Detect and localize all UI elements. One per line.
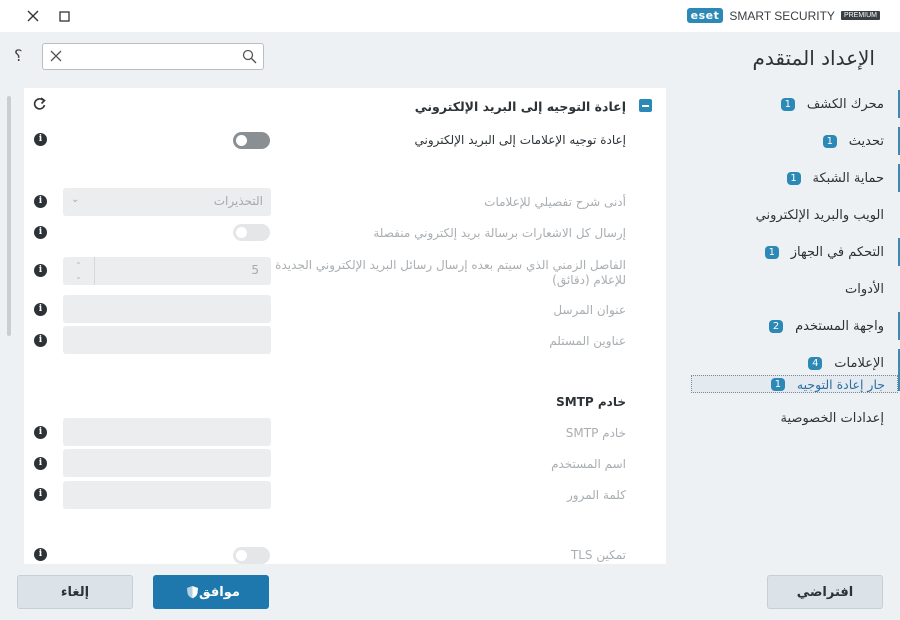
collapse-section-button[interactable] [639, 99, 652, 112]
sidebar-item-label: واجهة المستخدم [795, 319, 884, 334]
forward-toggle[interactable] [233, 132, 270, 149]
sidebar-item-update[interactable]: تحديث 1 [690, 123, 900, 160]
sidebar-item-detection-engine[interactable]: محرك الكشف 1 [690, 86, 900, 123]
setting-label: كلمة المرور [566, 488, 626, 502]
eset-logo: eset [686, 8, 724, 23]
setting-label: إرسال كل الاشعارات برسالة بريد إلكتروني … [373, 226, 626, 240]
settings-panel: إعادة التوجيه إلى البريد الإلكتروني i إع… [24, 88, 666, 564]
info-icon[interactable]: i [34, 226, 47, 239]
sidebar-item-device-control[interactable]: التحكم في الجهاز 1 [690, 234, 900, 271]
setting-label: عنوان المرسل [553, 303, 626, 317]
sidebar-item-tools[interactable]: الأدوات [690, 271, 900, 308]
setting-label: الفاصل الزمني الذي سيتم بعده إرسال رسائل… [275, 258, 626, 272]
stepper-value: 5 [251, 263, 259, 277]
sidebar-item-label: محرك الكشف [806, 97, 884, 112]
sidebar-item-user-interface[interactable]: واجهة المستخدم 2 [690, 308, 900, 345]
count-badge: 1 [786, 172, 801, 185]
sidebar-item-privacy[interactable]: إعدادات الخصوصية [690, 400, 900, 437]
info-icon[interactable]: i [34, 548, 47, 561]
count-badge: 1 [770, 377, 785, 391]
sidebar-item-label: جار إعادة التوجيه [796, 376, 885, 392]
clear-search-icon[interactable] [49, 49, 63, 63]
verbosity-select[interactable]: التحذيرات ⌄ [63, 188, 271, 216]
shield-icon [187, 586, 199, 599]
sidebar-item-label: الأدوات [845, 282, 884, 297]
count-badge: 2 [769, 320, 784, 333]
smtp-server-field[interactable] [63, 418, 271, 446]
edition-badge: PREMIUM [840, 11, 880, 20]
setting-label: تمكين TLS [570, 548, 626, 562]
sidebar-item-label: التحكم في الجهاز [790, 245, 884, 260]
help-icon[interactable]: ؟ [14, 46, 23, 65]
sidebar-item-web-email[interactable]: الويب والبريد الإلكتروني [690, 197, 900, 234]
search-box[interactable] [42, 43, 264, 70]
brand: eset SMART SECURITY PREMIUM [686, 8, 880, 23]
scrollbar[interactable] [7, 96, 11, 336]
sidebar-item-label: حماية الشبكة [812, 171, 884, 186]
sender-field[interactable] [63, 295, 271, 323]
count-badge: 1 [780, 98, 795, 111]
info-icon[interactable]: i [34, 133, 47, 146]
sidebar-nav: محرك الكشف 1 تحديث 1 حماية الشبكة 1 الوي… [690, 86, 900, 391]
setting-label: إعادة توجيه الإعلامات إلى البريد الإلكتر… [414, 133, 626, 147]
setting-label: عناوين المستلم [549, 334, 626, 348]
smtp-heading: خادم SMTP [556, 395, 626, 409]
setting-label: أدنى شرح تفصيلي للإعلامات [484, 195, 626, 209]
count-badge: 1 [822, 135, 837, 148]
info-icon[interactable]: i [34, 303, 47, 316]
chevron-down-icon: ⌄ [71, 194, 80, 205]
cancel-button[interactable]: إلغاء [17, 575, 133, 609]
setting-label: اسم المستخدم [551, 457, 626, 471]
password-field[interactable] [63, 481, 271, 509]
maximize-window-button[interactable] [54, 6, 74, 26]
info-icon[interactable]: i [34, 334, 47, 347]
sidebar-item-label: إعدادات الخصوصية [780, 411, 884, 426]
ok-button-label: موافق [199, 584, 240, 600]
info-icon[interactable]: i [34, 264, 47, 277]
chevron-up-icon[interactable]: ⌃ [75, 260, 82, 271]
sidebar-subitem-forwarding[interactable]: جار إعادة التوجيه 1 [691, 375, 898, 393]
section-title: إعادة التوجيه إلى البريد الإلكتروني [414, 99, 626, 114]
recipients-field[interactable] [63, 326, 271, 354]
product-name: SMART SECURITY [729, 8, 835, 23]
info-icon[interactable]: i [34, 488, 47, 501]
ok-button[interactable]: موافق [153, 575, 269, 609]
count-badge: 1 [764, 246, 779, 259]
separate-toggle[interactable] [233, 224, 270, 241]
search-icon [242, 49, 257, 64]
setting-label: للإعلام (دقائق) [552, 273, 626, 287]
select-value: التحذيرات [213, 194, 263, 208]
setting-label: خادم SMTP [565, 426, 626, 440]
tls-toggle[interactable] [233, 547, 270, 564]
sidebar-item-label: الإعلامات [834, 356, 884, 371]
revert-icon[interactable] [32, 96, 48, 112]
default-button[interactable]: افتراضي [767, 575, 883, 609]
page-title: الإعداد المتقدم [752, 46, 875, 70]
sidebar-item-label: الويب والبريد الإلكتروني [755, 208, 884, 223]
count-badge: 4 [808, 357, 823, 370]
sidebar-item-network-protection[interactable]: حماية الشبكة 1 [690, 160, 900, 197]
username-field[interactable] [63, 449, 271, 477]
close-window-button[interactable] [23, 6, 43, 26]
info-icon[interactable]: i [34, 457, 47, 470]
interval-stepper[interactable]: 5 ⌃ ⌄ [63, 257, 271, 285]
info-icon[interactable]: i [34, 426, 47, 439]
stepper-arrows[interactable]: ⌃ ⌄ [63, 257, 95, 285]
info-icon[interactable]: i [34, 195, 47, 208]
title-bar: eset SMART SECURITY PREMIUM [0, 0, 900, 32]
maximize-icon [58, 10, 70, 22]
chevron-down-icon[interactable]: ⌄ [75, 271, 82, 282]
sidebar-item-label: تحديث [848, 134, 884, 149]
close-icon [27, 10, 39, 22]
